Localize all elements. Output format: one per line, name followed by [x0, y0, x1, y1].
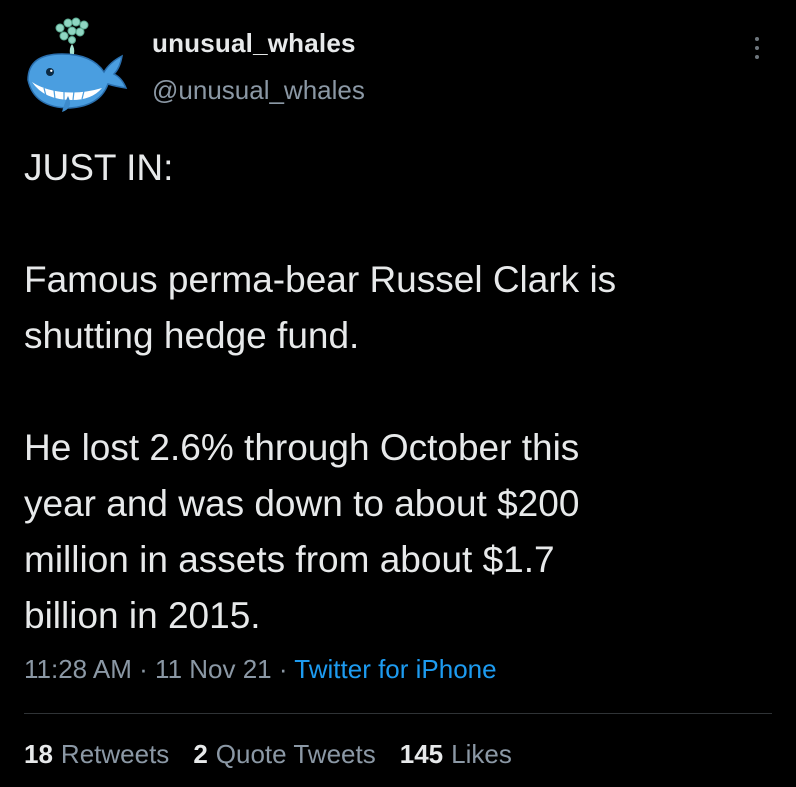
meta-separator: ·: [131, 654, 156, 684]
author-handle[interactable]: @unusual_whales: [152, 75, 365, 106]
tweet-card: unusual_whales @unusual_whales JUST IN: …: [0, 0, 796, 787]
quote-tweets-label: Quote Tweets: [215, 739, 376, 769]
tweet-paragraph-3: He lost 2.6% through October this year a…: [24, 427, 580, 636]
likes-count: 145: [399, 739, 444, 769]
tweet-paragraph-2: Famous perma-bear Russel Clark is shutti…: [24, 259, 617, 356]
whale-avatar-icon[interactable]: [22, 16, 128, 116]
tweet-time[interactable]: 11:28 AM: [24, 654, 132, 684]
tweet-date[interactable]: 11 Nov 21: [155, 654, 272, 684]
author-display-name[interactable]: unusual_whales: [152, 28, 356, 59]
tweet-source-link[interactable]: Twitter for iPhone: [294, 654, 496, 684]
meta-separator: ·: [271, 654, 295, 684]
more-options-icon[interactable]: [744, 28, 770, 68]
divider: [24, 713, 772, 714]
tweet-paragraph-1: JUST IN:: [24, 147, 174, 188]
retweets-count: 18: [24, 739, 53, 769]
dot: [755, 37, 759, 41]
retweets-label: Retweets: [60, 739, 170, 769]
likes-stat[interactable]: 145 Likes: [400, 739, 512, 770]
quote-tweets-stat[interactable]: 2 Quote Tweets: [193, 739, 375, 770]
tweet-text: JUST IN: Famous perma-bear Russel Clark …: [24, 140, 764, 644]
retweets-stat[interactable]: 18 Retweets: [24, 739, 169, 770]
dot: [755, 46, 759, 50]
tweet-metadata: 11:28 AM · 11 Nov 21 · Twitter for iPhon…: [24, 654, 497, 685]
quote-tweets-count: 2: [193, 739, 208, 769]
dot: [755, 55, 759, 59]
tweet-stats: 18 Retweets 2 Quote Tweets 145 Likes: [24, 739, 512, 770]
likes-label: Likes: [451, 739, 512, 769]
